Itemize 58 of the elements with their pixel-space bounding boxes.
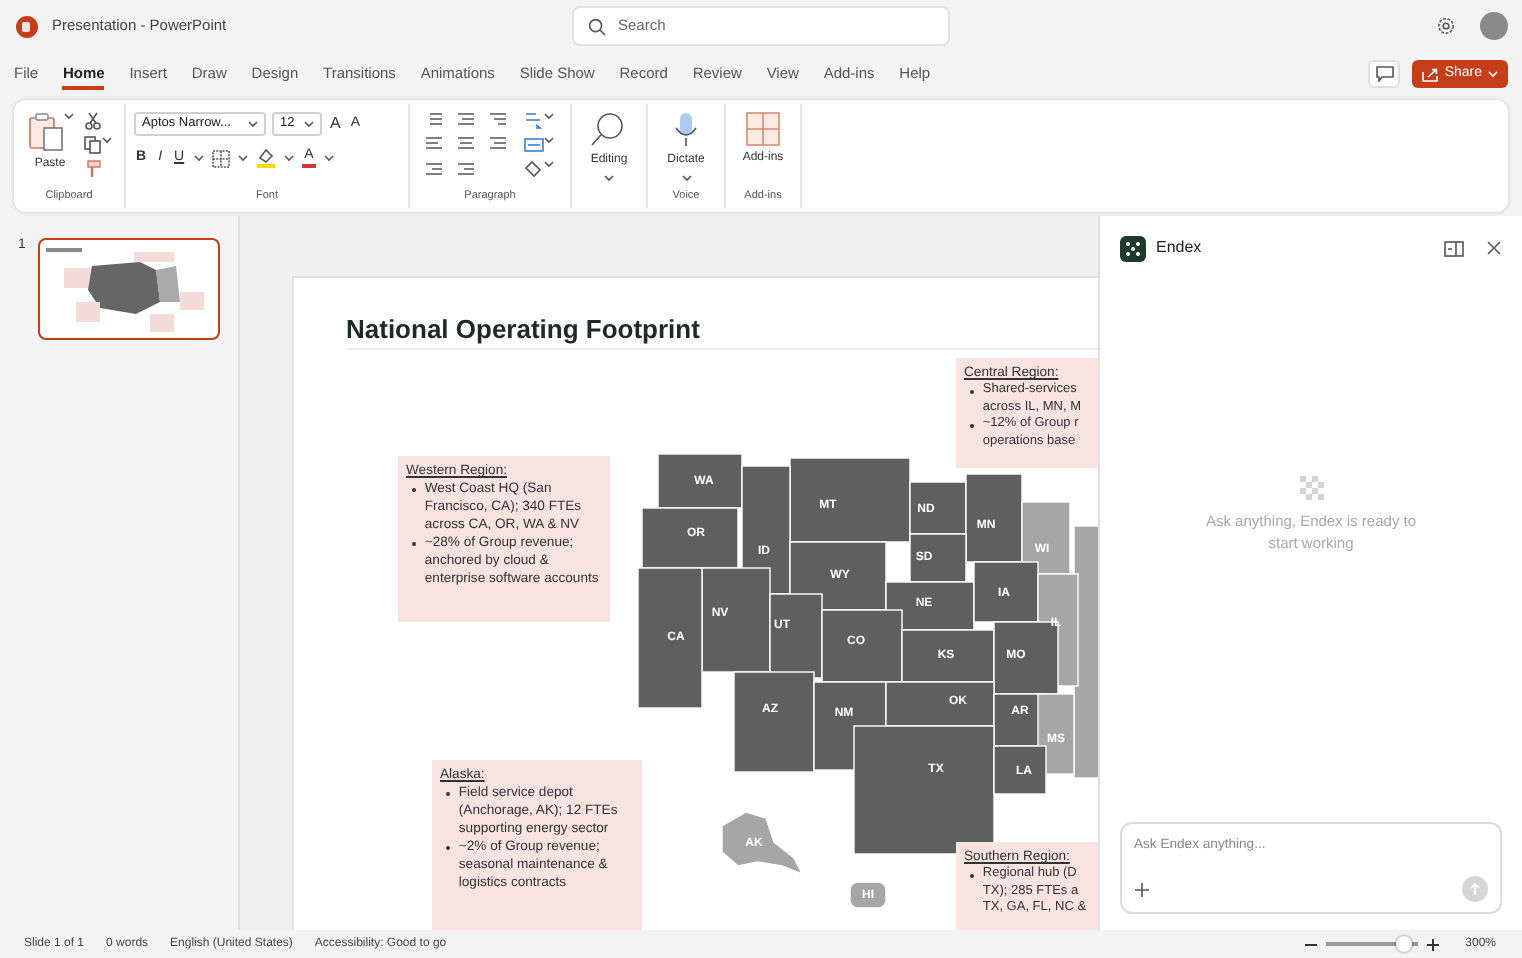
comment-icon: [1375, 66, 1394, 82]
caret-icon[interactable]: [304, 120, 314, 128]
grow-font-button[interactable]: A: [328, 114, 343, 134]
caret-icon[interactable]: [544, 160, 554, 168]
caret-icon[interactable]: [248, 120, 258, 128]
bullet-icon: [412, 487, 417, 493]
slide-thumbnail[interactable]: [38, 238, 220, 340]
caret-icon[interactable]: [544, 136, 554, 144]
bullet-icon: [412, 541, 417, 547]
bullet-icon: [970, 389, 975, 395]
app-logo-icon: [16, 15, 38, 37]
caret-icon[interactable]: [323, 154, 334, 162]
scissors-icon[interactable]: [83, 112, 101, 130]
format-painter-icon[interactable]: [83, 160, 101, 178]
search-icon: [588, 17, 606, 35]
plus-icon[interactable]: [1134, 881, 1150, 897]
bullets-icon[interactable]: [426, 112, 444, 128]
clipboard-icon: [27, 112, 63, 152]
bullet-icon: [446, 791, 451, 797]
caret-icon[interactable]: [101, 136, 111, 144]
highlighter-icon[interactable]: [256, 148, 277, 168]
checker-icon: [1299, 475, 1323, 500]
caret-icon[interactable]: [681, 174, 691, 182]
close-icon[interactable]: [1486, 240, 1502, 256]
user-avatar[interactable]: [1480, 12, 1508, 40]
align-text-icon[interactable]: [524, 136, 544, 154]
search-icon: [590, 112, 627, 148]
bullet-icon: [970, 873, 975, 879]
caret-icon[interactable]: [284, 154, 295, 162]
caret-icon[interactable]: [603, 174, 614, 182]
bullet-icon: [446, 845, 451, 851]
caret-icon[interactable]: [238, 154, 249, 162]
panel-layout-icon[interactable]: [1444, 239, 1464, 257]
align-right-icon[interactable]: [490, 136, 508, 153]
smartart-icon[interactable]: [524, 160, 544, 178]
caret-icon: [1488, 70, 1498, 78]
borders-icon[interactable]: [212, 149, 231, 167]
bullet-icon: [970, 423, 975, 429]
decrease-indent-icon[interactable]: [426, 161, 444, 178]
caret-icon[interactable]: [194, 154, 205, 162]
comments-button[interactable]: [1368, 60, 1401, 88]
panel-title: Endex: [1156, 236, 1202, 260]
slide-title: National Operating Footprint: [346, 314, 700, 346]
microphone-icon: [674, 112, 698, 148]
settings-icon[interactable]: [1436, 16, 1456, 36]
copy-icon[interactable]: [83, 136, 101, 154]
share-icon: [1422, 67, 1439, 81]
multilevel-list-icon[interactable]: [490, 112, 508, 128]
caret-icon[interactable]: [544, 112, 554, 120]
caret-icon[interactable]: [63, 112, 73, 120]
align-center-icon[interactable]: [458, 136, 476, 153]
zoom-in-icon[interactable]: [1425, 937, 1440, 951]
increase-indent-icon[interactable]: [458, 161, 476, 178]
grid-icon: [746, 112, 780, 146]
slider-thumb[interactable]: [1395, 936, 1412, 952]
numbering-icon[interactable]: [458, 112, 476, 128]
align-left-icon[interactable]: [426, 136, 444, 153]
endex-logo-icon: [1120, 235, 1146, 261]
